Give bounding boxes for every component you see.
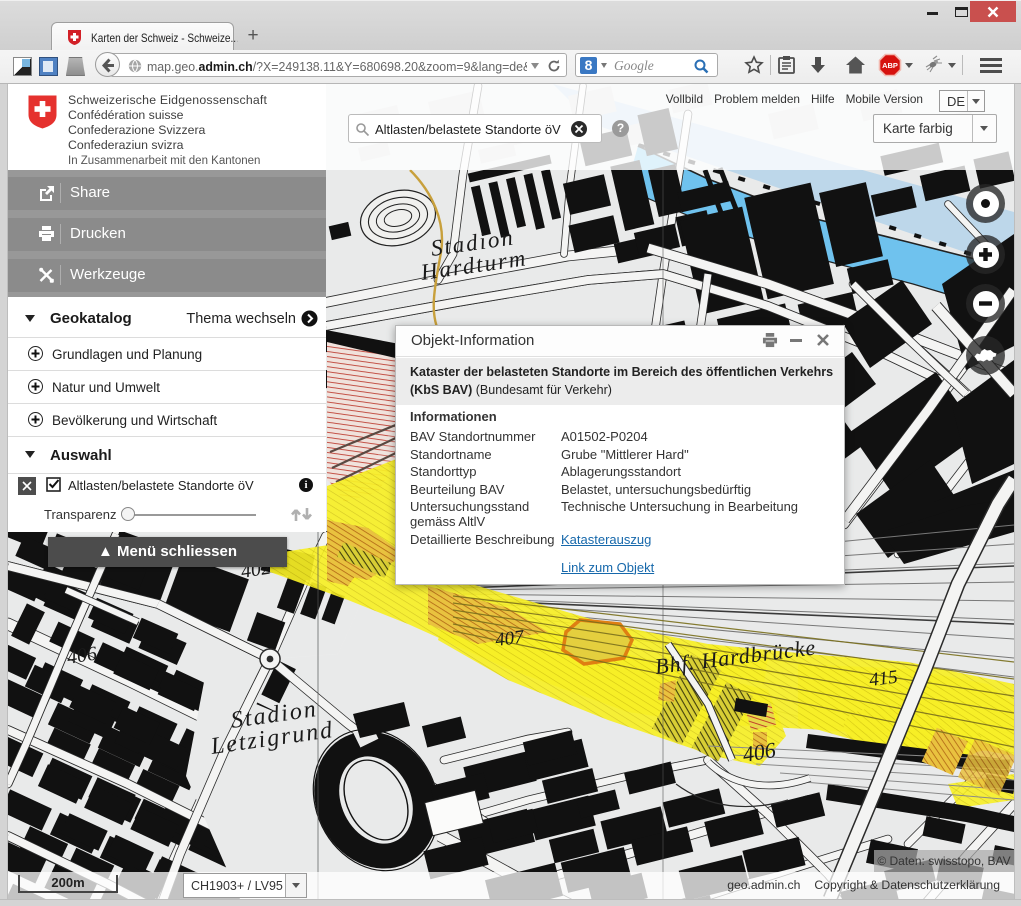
svg-text:406: 406 bbox=[741, 737, 778, 767]
svg-text:407: 407 bbox=[494, 626, 526, 650]
svg-text:ABP: ABP bbox=[882, 61, 898, 70]
svg-text:415: 415 bbox=[868, 667, 899, 691]
svg-text:406: 406 bbox=[65, 643, 98, 669]
